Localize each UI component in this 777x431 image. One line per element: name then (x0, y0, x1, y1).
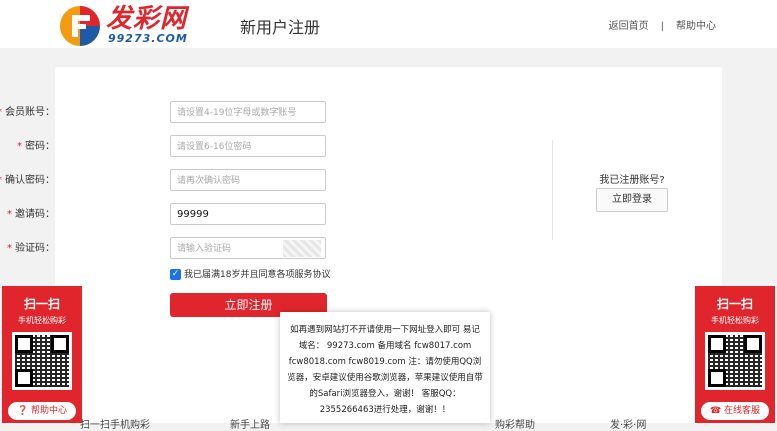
invite-code-label: * 邀请码： (7, 209, 55, 220)
question-icon: ❓ (16, 406, 29, 416)
logo-domain: 99273.COM (108, 32, 188, 45)
left-float-subtitle: 手机轻松购彩 (18, 316, 66, 325)
link-separator: | (660, 21, 664, 32)
captcha-image[interactable] (283, 240, 321, 257)
right-qr-code (705, 332, 765, 390)
headset-icon: ☎ (709, 406, 722, 416)
right-float-subtitle: 手机轻松购彩 (711, 316, 759, 325)
agree-checkbox[interactable]: ✓ (170, 269, 181, 280)
home-link[interactable]: 返回首页 (609, 21, 649, 32)
site-logo[interactable]: 发彩网 99273.COM (58, 4, 218, 46)
bottom-item-brand[interactable]: 发·彩·网 (610, 416, 646, 431)
login-button[interactable]: 立即登录 (596, 188, 668, 212)
logo-text: 发彩网 (106, 4, 188, 34)
notice-popup: 如再遇到网站打不开请使用一下网址登入即可 易记域名： 99273.com 备用域… (280, 312, 490, 423)
account-input[interactable]: 请设置4-19位字母或数字账号 (170, 101, 326, 123)
agreement: ✓ 我已届满18岁并且同意各项服务协议 (170, 269, 330, 281)
logo-badge-icon (60, 6, 100, 46)
vertical-divider (552, 140, 553, 240)
page-title: 新用户注册 (240, 18, 321, 37)
invite-code-input[interactable]: 99999 (170, 203, 326, 225)
left-qr-code (12, 332, 72, 390)
left-float-title: 扫一扫 (23, 297, 60, 311)
confirm-password-input[interactable]: 请再次确认密码 (170, 169, 326, 191)
already-registered-text: 我已注册账号? (599, 175, 665, 186)
bottom-item-newbie[interactable]: 新手上路 (230, 416, 270, 431)
right-qr-float: 扫一扫 手机轻松购彩 ☎ 在线客服 (695, 286, 775, 423)
account-label: *会员账号： (0, 107, 55, 118)
help-center-button[interactable]: ❓ 帮助中心 (8, 402, 76, 420)
captcha-label: * 验证码： (7, 243, 55, 254)
header: 发彩网 99273.COM 新用户注册 返回首页 | 帮助中心 (0, 0, 777, 48)
confirm-password-label: *确认密码： (0, 175, 55, 186)
bottom-item-help[interactable]: 购彩帮助 (495, 416, 535, 431)
password-label: * 密码： (17, 141, 55, 152)
bottom-item-scan[interactable]: 扫一扫手机购彩 (80, 416, 150, 431)
right-float-title: 扫一扫 (716, 297, 753, 311)
captcha-field[interactable]: 请输入验证码 (170, 237, 326, 259)
online-service-button[interactable]: ☎ 在线客服 (701, 402, 769, 420)
help-center-link[interactable]: 帮助中心 (676, 21, 716, 32)
top-links: 返回首页 | 帮助中心 (603, 17, 722, 32)
captcha-input[interactable]: 请输入验证码 (177, 244, 231, 254)
password-input[interactable]: 请设置6-16位密码 (170, 135, 326, 157)
agree-text[interactable]: 我已届满18岁并且同意各项服务协议 (184, 270, 330, 280)
left-qr-float: 扫一扫 手机轻松购彩 ❓ 帮助中心 (2, 286, 82, 423)
